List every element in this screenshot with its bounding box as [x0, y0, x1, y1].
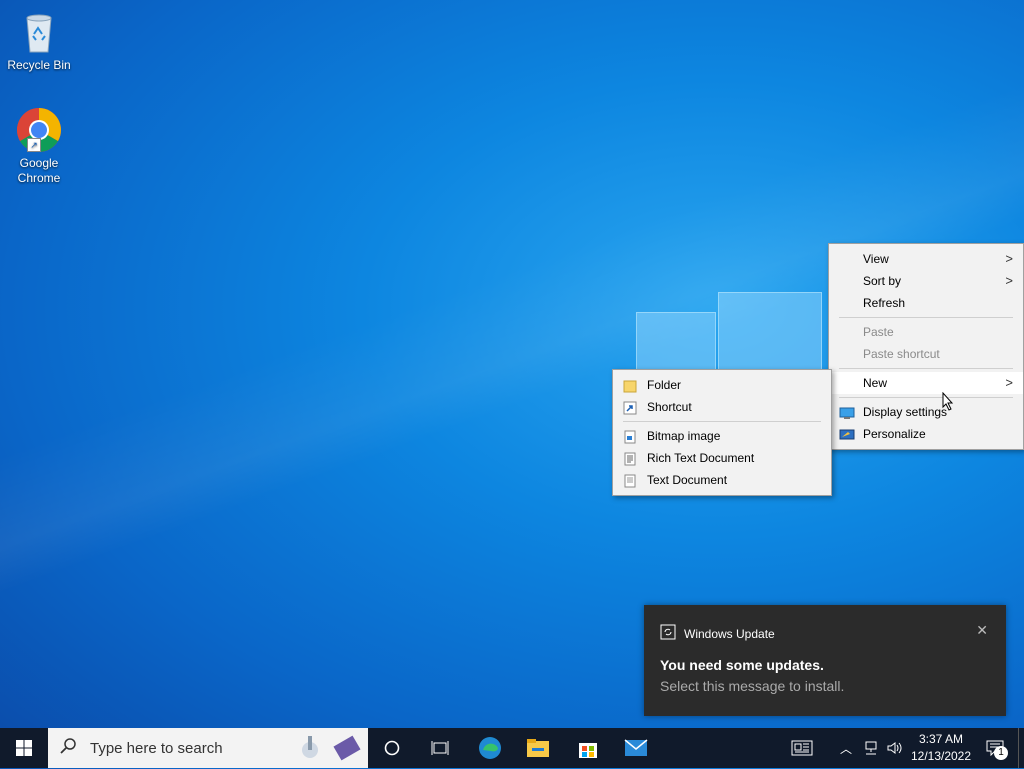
chrome-icon: ↗: [15, 106, 63, 154]
action-center-button[interactable]: 1: [980, 728, 1010, 768]
cortana-circle-icon: [384, 740, 400, 756]
menu-separator: [839, 368, 1013, 369]
menu-item-sort-by[interactable]: Sort by >: [829, 270, 1023, 292]
recycle-bin-label: Recycle Bin: [7, 58, 71, 72]
taskbar-clock[interactable]: 3:37 AM 12/13/2022: [906, 731, 976, 765]
desktop-context-menu: View > Sort by > Refresh Paste Paste short…: [828, 243, 1024, 450]
chrome-label: Google Chrome: [17, 156, 61, 185]
start-button[interactable]: [0, 728, 48, 768]
mail-icon: [624, 739, 648, 756]
network-icon: [865, 741, 877, 755]
menu-item-display-settings[interactable]: Display settings: [829, 401, 1023, 423]
task-view-button[interactable]: [418, 728, 462, 768]
chevron-right-icon: >: [1005, 273, 1013, 288]
menu-separator: [839, 317, 1013, 318]
taskbar: Type here to search ︿ 3:37 AM 12/13/2022…: [0, 728, 1024, 768]
news-icon: [791, 740, 813, 756]
task-view-icon: [431, 741, 449, 755]
close-icon[interactable]: ✕: [976, 622, 988, 639]
search-highlight-image-icon: [298, 732, 364, 769]
taskbar-store[interactable]: [566, 728, 610, 768]
menu-item-paste[interactable]: Paste: [829, 321, 1023, 343]
chevron-up-icon: ︿: [839, 741, 852, 756]
submenu-item-bitmap-image[interactable]: Bitmap image: [613, 425, 831, 447]
cortana-button[interactable]: [370, 728, 414, 768]
text-document-icon: [623, 473, 637, 488]
rich-text-document-icon: [623, 451, 637, 466]
windows-start-icon: [16, 740, 32, 756]
file-explorer-icon: [527, 739, 549, 757]
recycle-bin-icon: [15, 8, 63, 56]
menu-item-personalize[interactable]: Personalize: [829, 423, 1023, 445]
search-icon: [60, 737, 78, 760]
volume-button[interactable]: [884, 728, 906, 768]
chevron-right-icon: >: [1005, 375, 1013, 390]
volume-icon: [887, 742, 902, 754]
store-icon: [579, 743, 597, 758]
show-desktop-button[interactable]: [1018, 728, 1024, 768]
taskbar-file-explorer[interactable]: [516, 728, 560, 768]
new-submenu: Folder Shortcut Bitmap image Rich Text D…: [612, 369, 832, 496]
edge-icon: [479, 737, 501, 759]
desktop-icon-recycle-bin[interactable]: Recycle Bin: [2, 8, 76, 72]
shortcut-arrow-icon: ↗: [27, 138, 41, 152]
desktop-icon-google-chrome[interactable]: ↗ Google Chrome: [2, 106, 76, 186]
taskbar-mail[interactable]: [614, 728, 658, 768]
show-hidden-icons-button[interactable]: ︿: [836, 728, 856, 768]
taskbar-search-box[interactable]: Type here to search: [48, 728, 368, 768]
submenu-item-text-document[interactable]: Text Document: [613, 469, 831, 491]
submenu-item-rich-text-document[interactable]: Rich Text Document: [613, 447, 831, 469]
menu-separator: [623, 421, 821, 422]
clock-date: 12/13/2022: [910, 749, 972, 763]
mouse-cursor-icon: [942, 391, 954, 416]
notification-title: You need some updates.: [660, 657, 824, 673]
clock-time: 3:37 AM: [918, 732, 964, 746]
wallpaper-windows-logo: [636, 290, 822, 382]
search-placeholder: Type here to search: [90, 739, 223, 757]
personalize-icon: [839, 427, 855, 441]
windows-update-notification[interactable]: Windows Update ✕ You need some updates. …: [644, 605, 1006, 716]
menu-item-refresh[interactable]: Refresh: [829, 292, 1023, 314]
folder-icon: [623, 378, 637, 393]
network-button[interactable]: [860, 728, 882, 768]
submenu-item-folder[interactable]: Folder: [613, 374, 831, 396]
notification-count-badge: 1: [994, 746, 1008, 760]
windows-update-icon: [660, 624, 676, 643]
menu-separator: [839, 397, 1013, 398]
taskbar-edge[interactable]: [468, 728, 512, 768]
menu-item-paste-shortcut[interactable]: Paste shortcut: [829, 343, 1023, 365]
display-icon: [839, 405, 855, 419]
shortcut-icon: [623, 400, 637, 415]
notification-header: Windows Update: [660, 624, 775, 643]
notification-body: Select this message to install.: [660, 678, 845, 694]
menu-item-view[interactable]: View >: [829, 248, 1023, 270]
news-and-interests-button[interactable]: [784, 728, 820, 768]
submenu-item-shortcut[interactable]: Shortcut: [613, 396, 831, 418]
bitmap-image-icon: [623, 429, 637, 444]
menu-item-new[interactable]: New >: [829, 372, 1023, 394]
chevron-right-icon: >: [1005, 251, 1013, 266]
